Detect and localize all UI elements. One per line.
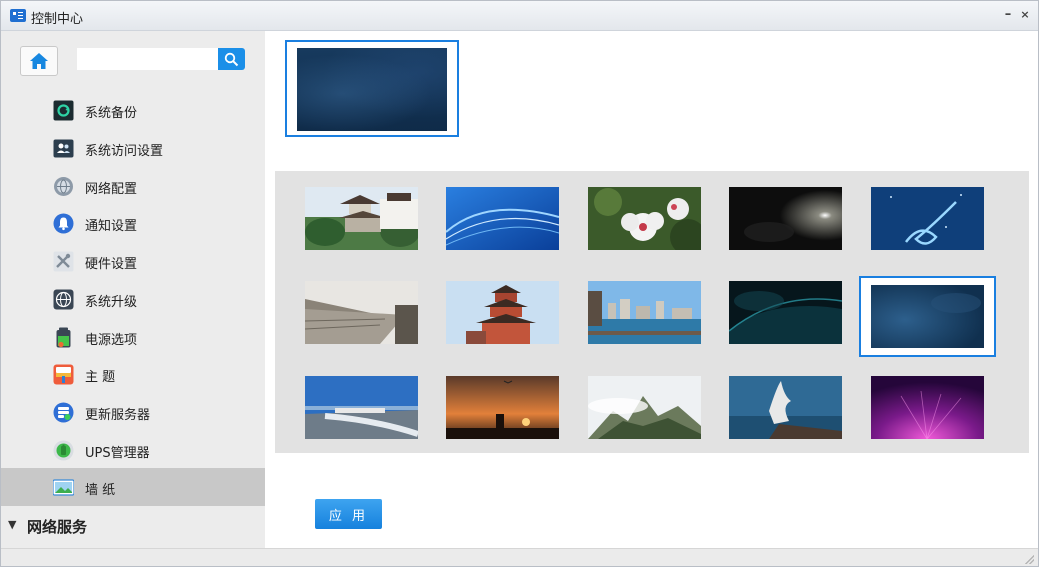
wallpaper-thumbnail-teal-glow[interactable] xyxy=(729,281,842,344)
bell-icon xyxy=(53,213,74,234)
group-label: 网络服务 xyxy=(27,518,88,536)
control-center-window: 控制中心 – × 系统备份系统访问设置 网络配置通知设置硬件设置系统升级电源选项主… xyxy=(0,0,1039,567)
update-server-icon xyxy=(53,402,74,423)
title-bar: 控制中心 – × xyxy=(1,1,1038,31)
sidebar: 系统备份系统访问设置 网络配置通知设置硬件设置系统升级电源选项主 题更新服务器 UP… xyxy=(1,31,265,548)
wallpaper-gallery xyxy=(275,171,1029,453)
window-title: 控制中心 xyxy=(31,12,84,27)
wallpaper-thumbnail-blue-particles[interactable] xyxy=(871,187,984,250)
home-button[interactable] xyxy=(20,46,58,76)
current-wallpaper-preview xyxy=(285,40,459,137)
control-center-app-icon xyxy=(10,9,26,22)
sidebar-item-battery[interactable]: 电源选项 xyxy=(1,318,265,356)
sidebar-item-bell[interactable]: 通知设置 xyxy=(1,204,265,242)
search-button[interactable] xyxy=(218,48,245,70)
wallpaper-thumbnail-city-wall-steps[interactable] xyxy=(305,281,418,344)
sidebar-item-network-globe[interactable]: 网络配置 xyxy=(1,167,265,205)
globe-upgrade-icon xyxy=(53,289,74,310)
sidebar-item-globe-upgrade[interactable]: 系统升级 xyxy=(1,280,265,318)
sidebar-item-label: 系统备份 xyxy=(85,106,138,121)
sidebar-item-label: 更新服务器 xyxy=(85,408,151,423)
sidebar-item-label: UPS管理器 xyxy=(85,446,150,461)
wallpaper-thumbnail-purple-light[interactable] xyxy=(871,376,984,439)
wallpaper-image xyxy=(871,285,984,348)
wallpaper-thumbnail-white-hibiscus[interactable] xyxy=(588,187,701,250)
sidebar-item-user-access[interactable]: 系统访问设置 xyxy=(1,129,265,167)
sidebar-item-label: 硬件设置 xyxy=(85,257,138,272)
expand-arrow-icon: ▼ xyxy=(8,518,17,531)
sidebar-item-wallpaper[interactable]: 墙 纸 xyxy=(1,468,265,506)
sidebar-item-label: 系统升级 xyxy=(85,295,138,310)
group-network-services[interactable]: ▼ 网络服务 xyxy=(1,507,265,545)
wallpaper-thumbnail-misty-mountain[interactable] xyxy=(588,376,701,439)
sidebar-item-label: 墙 纸 xyxy=(85,483,116,498)
search-input[interactable] xyxy=(77,48,218,70)
status-bar xyxy=(1,548,1038,566)
wallpaper-thumbnail-waterfront-city[interactable] xyxy=(588,281,701,344)
wallpaper-thumbnail-tower-pavilion[interactable] xyxy=(446,281,559,344)
sidebar-item-label: 网络配置 xyxy=(85,182,138,197)
wallpaper-thumbnail-blue-waves[interactable] xyxy=(446,187,559,250)
wallpaper-thumbnail-dark-light[interactable] xyxy=(729,187,842,250)
backup-icon xyxy=(53,100,74,121)
resize-grip-icon[interactable] xyxy=(1024,554,1034,564)
sidebar-item-backup[interactable]: 系统备份 xyxy=(1,91,265,129)
paint-roller-icon xyxy=(53,364,74,385)
wallpaper-thumbnail-pavilion-garden[interactable] xyxy=(305,187,418,250)
home-icon xyxy=(30,53,48,69)
sidebar-item-label: 主 题 xyxy=(85,370,116,385)
search-icon xyxy=(224,52,239,67)
sidebar-item-tools[interactable]: 硬件设置 xyxy=(1,242,265,280)
tools-icon xyxy=(53,251,74,272)
wallpaper-thumbnail-sunset-silhouette[interactable] xyxy=(446,376,559,439)
sidebar-item-label: 系统访问设置 xyxy=(85,144,164,159)
close-button[interactable]: × xyxy=(1018,7,1032,23)
ups-icon xyxy=(53,440,74,461)
sidebar-item-ups[interactable]: UPS管理器 xyxy=(1,431,265,469)
network-globe-icon xyxy=(53,176,74,197)
minimize-button[interactable]: – xyxy=(1001,7,1015,23)
wallpaper-thumbnail-coastal-road[interactable] xyxy=(305,376,418,439)
wallpaper-panel: 应 用 xyxy=(265,31,1038,548)
sidebar-item-update-server[interactable]: 更新服务器 xyxy=(1,393,265,431)
user-access-icon xyxy=(53,138,74,159)
sidebar-item-paint-roller[interactable]: 主 题 xyxy=(1,355,265,393)
wallpaper-thumbnail-seaside-bird[interactable] xyxy=(729,376,842,439)
sidebar-item-label: 通知设置 xyxy=(85,219,138,234)
preview-image xyxy=(297,48,447,131)
wallpaper-icon xyxy=(52,477,75,498)
wallpaper-thumbnail-deep-blue[interactable] xyxy=(859,276,996,357)
apply-button[interactable]: 应 用 xyxy=(315,499,382,529)
sidebar-item-label: 电源选项 xyxy=(85,333,138,348)
battery-icon xyxy=(53,327,74,348)
